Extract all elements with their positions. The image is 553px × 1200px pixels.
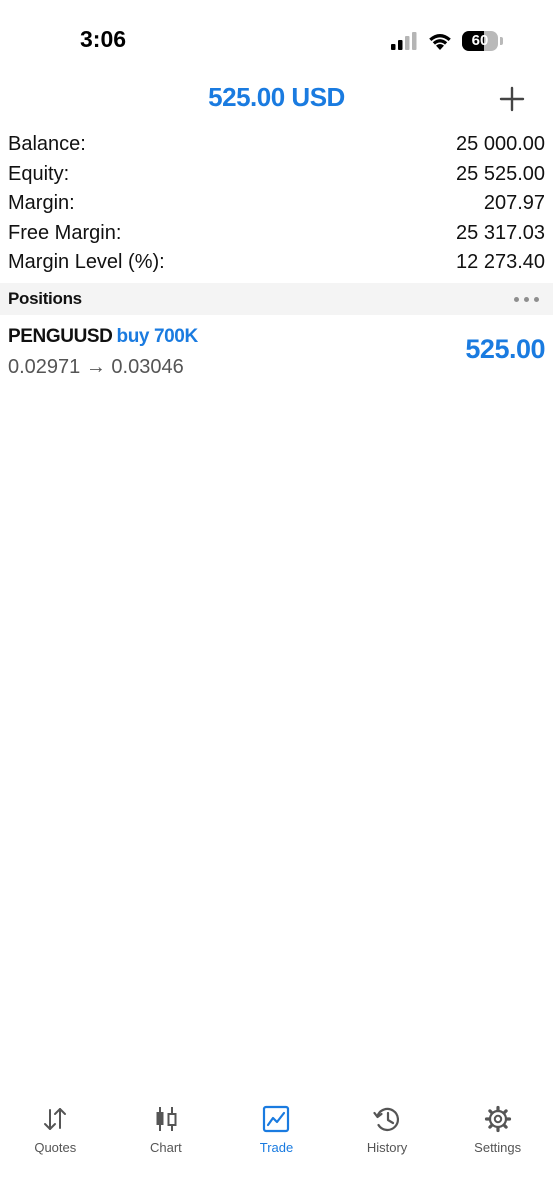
gear-icon: [484, 1105, 511, 1133]
equity-value: 25 525.00: [456, 162, 545, 185]
header: 525.00 USD: [0, 78, 553, 122]
dot: [534, 296, 539, 302]
battery-icon: 60: [462, 31, 498, 51]
quotes-arrows-icon: [44, 1108, 67, 1130]
equity-label: Equity:: [8, 162, 70, 185]
tab-label-chart: Chart: [149, 1140, 182, 1155]
summary-row-margin: Margin: 207.97: [8, 189, 545, 219]
position-side-volume: buy 700K: [116, 326, 198, 347]
battery-level: 60: [471, 32, 489, 49]
position-symbol: PENGUUSD: [8, 326, 113, 347]
candlestick-chart-icon: [156, 1107, 177, 1131]
free-margin-label: Free Margin:: [8, 221, 122, 244]
status-icons: 60: [390, 28, 503, 54]
margin-level-value: 12 273.40: [456, 251, 545, 274]
margin-value: 207.97: [483, 192, 545, 215]
summary-row-free-margin: Free Margin: 25 317.03: [8, 219, 545, 249]
summary-row-margin-level: Margin Level (%): 12 273.40: [8, 248, 545, 278]
tab-settings[interactable]: Settings: [442, 1090, 553, 1170]
margin-label: Margin:: [8, 192, 75, 215]
tab-trade[interactable]: Trade: [221, 1090, 332, 1170]
free-margin-value: 25 317.03: [456, 221, 545, 244]
plus-icon[interactable]: [497, 84, 527, 114]
position-header: PENGUUSD buy 700K: [8, 326, 198, 348]
position-row[interactable]: PENGUUSD buy 700K 0.02971 → 0.03046 525.0…: [0, 318, 553, 384]
dot: [524, 296, 529, 302]
position-profit: 525.00: [465, 334, 545, 364]
wifi-icon: [429, 34, 451, 50]
margin-level-label: Margin Level (%):: [8, 251, 165, 274]
balance-label: Balance:: [8, 133, 86, 155]
trade-screen: 3:06 60 525.00 USD Balance: 25 000.00 Eq…: [0, 0, 553, 1200]
tab-label-quotes: Quotes: [34, 1140, 77, 1155]
trade-chart-icon: [263, 1105, 290, 1133]
positions-title: Positions: [8, 289, 82, 308]
position-prices: 0.02971 → 0.03046: [8, 356, 184, 378]
status-bar: 3:06 60: [0, 0, 553, 80]
history-clock-icon: [373, 1107, 400, 1132]
positions-section-header: Positions: [0, 283, 553, 315]
tab-bar: Quotes Chart Trade History Settings: [0, 1090, 553, 1170]
account-summary: Balance: 25 000.00 Equity: 25 525.00 Mar…: [8, 130, 545, 278]
more-horizontal-icon[interactable]: [514, 291, 539, 307]
status-time: 3:06: [80, 26, 127, 52]
tab-history[interactable]: History: [332, 1090, 443, 1170]
tab-label-history: History: [366, 1140, 408, 1155]
account-profit-title: 525.00 USD: [208, 82, 345, 112]
tab-chart[interactable]: Chart: [111, 1090, 222, 1170]
tab-label-trade: Trade: [259, 1140, 294, 1155]
dot: [514, 296, 519, 302]
balance-value: 25 000.00: [456, 133, 545, 155]
cellular-signal-icon: [391, 32, 417, 50]
tab-label-settings: Settings: [474, 1140, 522, 1155]
battery-nub: [500, 37, 503, 45]
tab-quotes[interactable]: Quotes: [0, 1090, 111, 1170]
summary-row-balance: Balance: 25 000.00: [8, 130, 545, 160]
summary-row-equity: Equity: 25 525.00: [8, 160, 545, 190]
